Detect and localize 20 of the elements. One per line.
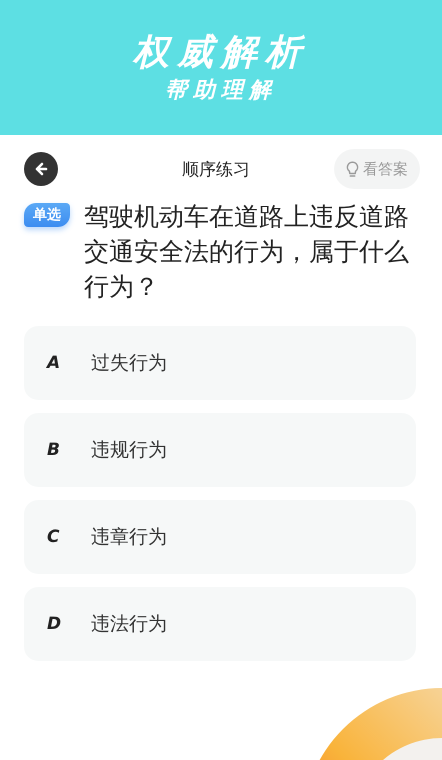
option-letter: A [47,353,62,373]
page-title: 顺序练习 [182,158,250,180]
back-button[interactable] [24,152,58,186]
option-text: 违法行为 [91,612,167,637]
lightbulb-icon [346,160,359,178]
option-card[interactable]: B 违规行为 [24,413,416,487]
option-text: 违规行为 [91,438,167,463]
option-card[interactable]: D 违法行为 [24,587,416,661]
option-text: 过失行为 [91,351,167,376]
option-letter: C [47,527,60,547]
option-text: 违章行为 [91,525,167,550]
question-text: 驾驶机动车在道路上违反道路交通安全法的行为，属于什么行为？ [84,201,410,303]
banner-title: 权威解析 [133,30,309,74]
option-card[interactable]: C 违章行为 [24,500,416,574]
back-arrow-icon [34,162,48,176]
option-card[interactable]: A 过失行为 [24,326,416,400]
banner-subtitle: 帮助理解 [165,76,277,104]
option-letter: D [47,614,62,634]
option-letter: B [47,440,61,460]
single-choice-badge: 单选 [24,203,70,227]
